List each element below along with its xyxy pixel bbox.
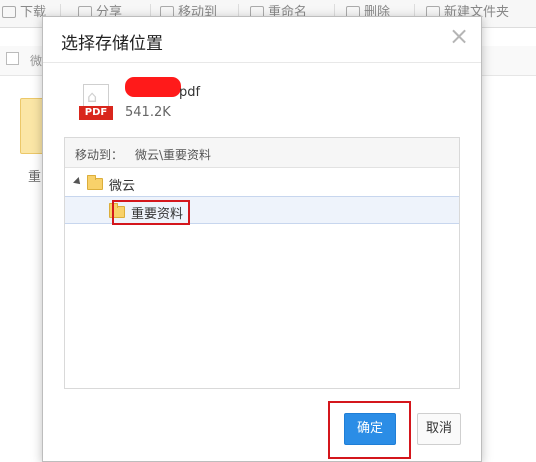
- select-all-checkbox[interactable]: [6, 52, 19, 65]
- folder-label: 重: [28, 170, 42, 185]
- breadcrumb[interactable]: 微: [30, 52, 42, 69]
- folder-icon: [87, 175, 103, 190]
- toolbar-download-button[interactable]: 下载: [2, 0, 46, 26]
- folder-tree: 移动到： 微云\重要资料 微云 重要资料: [64, 137, 460, 389]
- move-to-label: 移动到：: [75, 148, 124, 162]
- cancel-button[interactable]: 取消: [417, 413, 461, 445]
- move-to-path: 微云\重要资料: [135, 148, 212, 162]
- pdf-acrobat-glyph: ⌂: [87, 87, 98, 106]
- file-size: 541.2K: [125, 105, 171, 120]
- dialog-divider: [43, 62, 481, 63]
- expand-caret-icon[interactable]: [73, 177, 83, 187]
- file-name-redaction: [125, 77, 181, 97]
- file-name-suffix: pdf: [179, 85, 201, 100]
- save-location-dialog: 选择存储位置 × ⌂ PDF pdf 541.2K 移动到： 微云\重要资料 微…: [42, 16, 482, 462]
- close-icon[interactable]: ×: [447, 24, 471, 49]
- dialog-title: 选择存储位置: [61, 34, 163, 54]
- download-icon: [2, 6, 16, 18]
- pdf-file-icon: ⌂ PDF: [79, 84, 113, 124]
- tree-node-label: 微云: [109, 179, 136, 194]
- tree-header: 移动到： 微云\重要资料: [65, 138, 459, 168]
- selected-folder-highlight: [112, 200, 190, 225]
- tree-node-root[interactable]: 微云: [65, 170, 459, 196]
- ok-button[interactable]: 确定: [344, 413, 396, 445]
- pdf-tag: PDF: [79, 106, 113, 120]
